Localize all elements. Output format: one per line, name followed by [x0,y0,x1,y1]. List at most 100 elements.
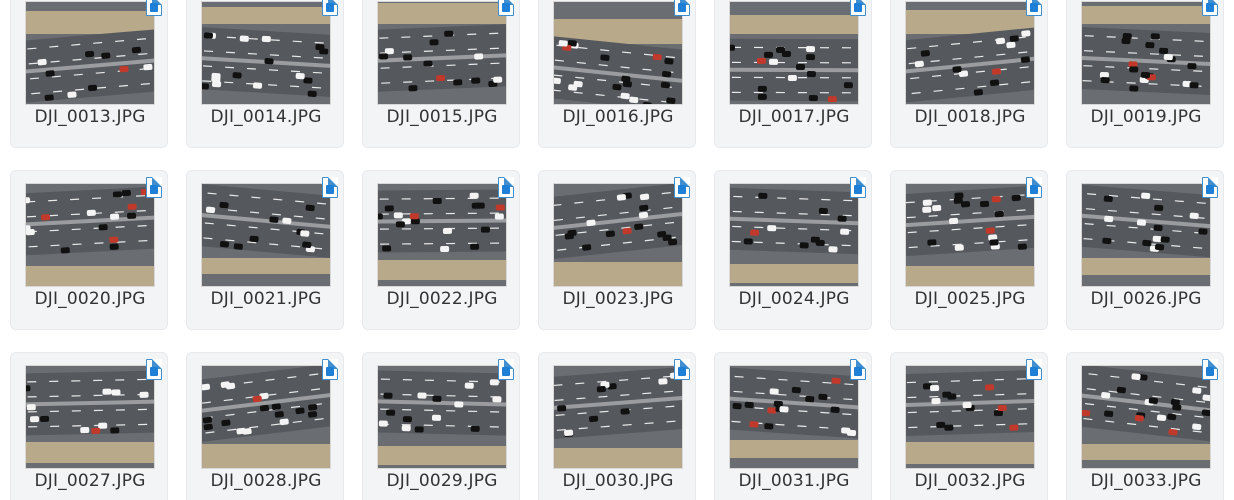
file-thumbnail [377,183,507,287]
file-thumbnail [25,1,155,105]
file-thumbnail [553,365,683,469]
image-file-icon [322,0,338,16]
file-thumbnail [905,1,1035,105]
file-item[interactable]: DJI_0013.JPG [10,0,168,148]
image-file-icon [850,359,866,380]
file-thumbnail [1081,1,1211,105]
file-name-label: DJI_0018.JPG [914,107,1026,127]
file-thumbnail [377,1,507,105]
file-item[interactable]: DJI_0026.JPG [1066,170,1224,330]
aerial-road-thumbnail [730,184,858,286]
file-item[interactable]: DJI_0033.JPG [1066,352,1224,500]
file-name-label: DJI_0020.JPG [34,289,146,309]
aerial-road-thumbnail [730,366,858,468]
image-file-icon [146,0,162,16]
file-item[interactable]: DJI_0017.JPG [714,0,872,148]
aerial-road-thumbnail [378,366,506,468]
file-name-label: DJI_0021.JPG [210,289,322,309]
image-file-icon [322,177,338,198]
file-name-label: DJI_0026.JPG [1090,289,1202,309]
file-name-label: DJI_0033.JPG [1090,471,1202,491]
file-item[interactable]: DJI_0020.JPG [10,170,168,330]
file-thumbnail [377,365,507,469]
aerial-road-thumbnail [906,2,1034,104]
aerial-road-thumbnail [202,2,330,104]
file-grid: DJI_0013.JPG DJI_0014.JPG DJI_0015.JPG DJI_… [0,0,1234,500]
image-file-icon [146,359,162,380]
aerial-road-thumbnail [378,184,506,286]
file-thumbnail [729,365,859,469]
aerial-road-thumbnail [26,366,154,468]
file-thumbnail [1081,183,1211,287]
image-file-icon [850,177,866,198]
aerial-road-thumbnail [26,2,154,104]
aerial-road-thumbnail [554,366,682,468]
image-file-icon [1202,359,1218,380]
image-file-icon [1202,177,1218,198]
file-thumbnail [553,183,683,287]
image-file-icon [498,0,514,16]
aerial-road-thumbnail [906,366,1034,468]
aerial-road-thumbnail [906,184,1034,286]
image-file-icon [498,359,514,380]
file-item[interactable]: DJI_0029.JPG [362,352,520,500]
image-file-icon [322,359,338,380]
image-file-icon [1026,0,1042,16]
file-item[interactable]: DJI_0024.JPG [714,170,872,330]
aerial-road-thumbnail [1082,366,1210,468]
aerial-road-thumbnail [26,184,154,286]
file-thumbnail [201,183,331,287]
file-item[interactable]: DJI_0019.JPG [1066,0,1224,148]
file-name-label: DJI_0013.JPG [34,107,146,127]
file-name-label: DJI_0032.JPG [914,471,1026,491]
file-name-label: DJI_0023.JPG [562,289,674,309]
file-item[interactable]: DJI_0021.JPG [186,170,344,330]
file-thumbnail [1081,365,1211,469]
file-thumbnail [25,365,155,469]
file-thumbnail [201,365,331,469]
file-item[interactable]: DJI_0023.JPG [538,170,696,330]
file-name-label: DJI_0017.JPG [738,107,850,127]
file-name-label: DJI_0016.JPG [562,107,674,127]
file-name-label: DJI_0024.JPG [738,289,850,309]
image-file-icon [498,177,514,198]
file-item[interactable]: DJI_0030.JPG [538,352,696,500]
file-item[interactable]: DJI_0027.JPG [10,352,168,500]
aerial-road-thumbnail [1082,184,1210,286]
file-item[interactable]: DJI_0032.JPG [890,352,1048,500]
aerial-road-thumbnail [730,2,858,104]
image-file-icon [674,177,690,198]
file-thumbnail [201,1,331,105]
file-thumbnail [25,183,155,287]
image-file-icon [1202,0,1218,16]
aerial-road-thumbnail [202,184,330,286]
aerial-road-thumbnail [554,2,682,104]
file-name-label: DJI_0028.JPG [210,471,322,491]
file-thumbnail [905,365,1035,469]
file-item[interactable]: DJI_0022.JPG [362,170,520,330]
image-file-icon [850,0,866,16]
file-item[interactable]: DJI_0016.JPG [538,0,696,148]
file-item[interactable]: DJI_0025.JPG [890,170,1048,330]
image-file-icon [674,0,690,16]
file-item[interactable]: DJI_0031.JPG [714,352,872,500]
aerial-road-thumbnail [1082,2,1210,104]
file-name-label: DJI_0030.JPG [562,471,674,491]
file-name-label: DJI_0015.JPG [386,107,498,127]
image-file-icon [1026,359,1042,380]
file-name-label: DJI_0025.JPG [914,289,1026,309]
file-item[interactable]: DJI_0014.JPG [186,0,344,148]
file-name-label: DJI_0019.JPG [1090,107,1202,127]
aerial-road-thumbnail [554,184,682,286]
file-name-label: DJI_0022.JPG [386,289,498,309]
file-item[interactable]: DJI_0018.JPG [890,0,1048,148]
file-name-label: DJI_0027.JPG [34,471,146,491]
file-item[interactable]: DJI_0015.JPG [362,0,520,148]
image-file-icon [674,359,690,380]
file-name-label: DJI_0029.JPG [386,471,498,491]
file-item[interactable]: DJI_0028.JPG [186,352,344,500]
image-file-icon [1026,177,1042,198]
file-name-label: DJI_0031.JPG [738,471,850,491]
file-thumbnail [729,1,859,105]
aerial-road-thumbnail [378,2,506,104]
